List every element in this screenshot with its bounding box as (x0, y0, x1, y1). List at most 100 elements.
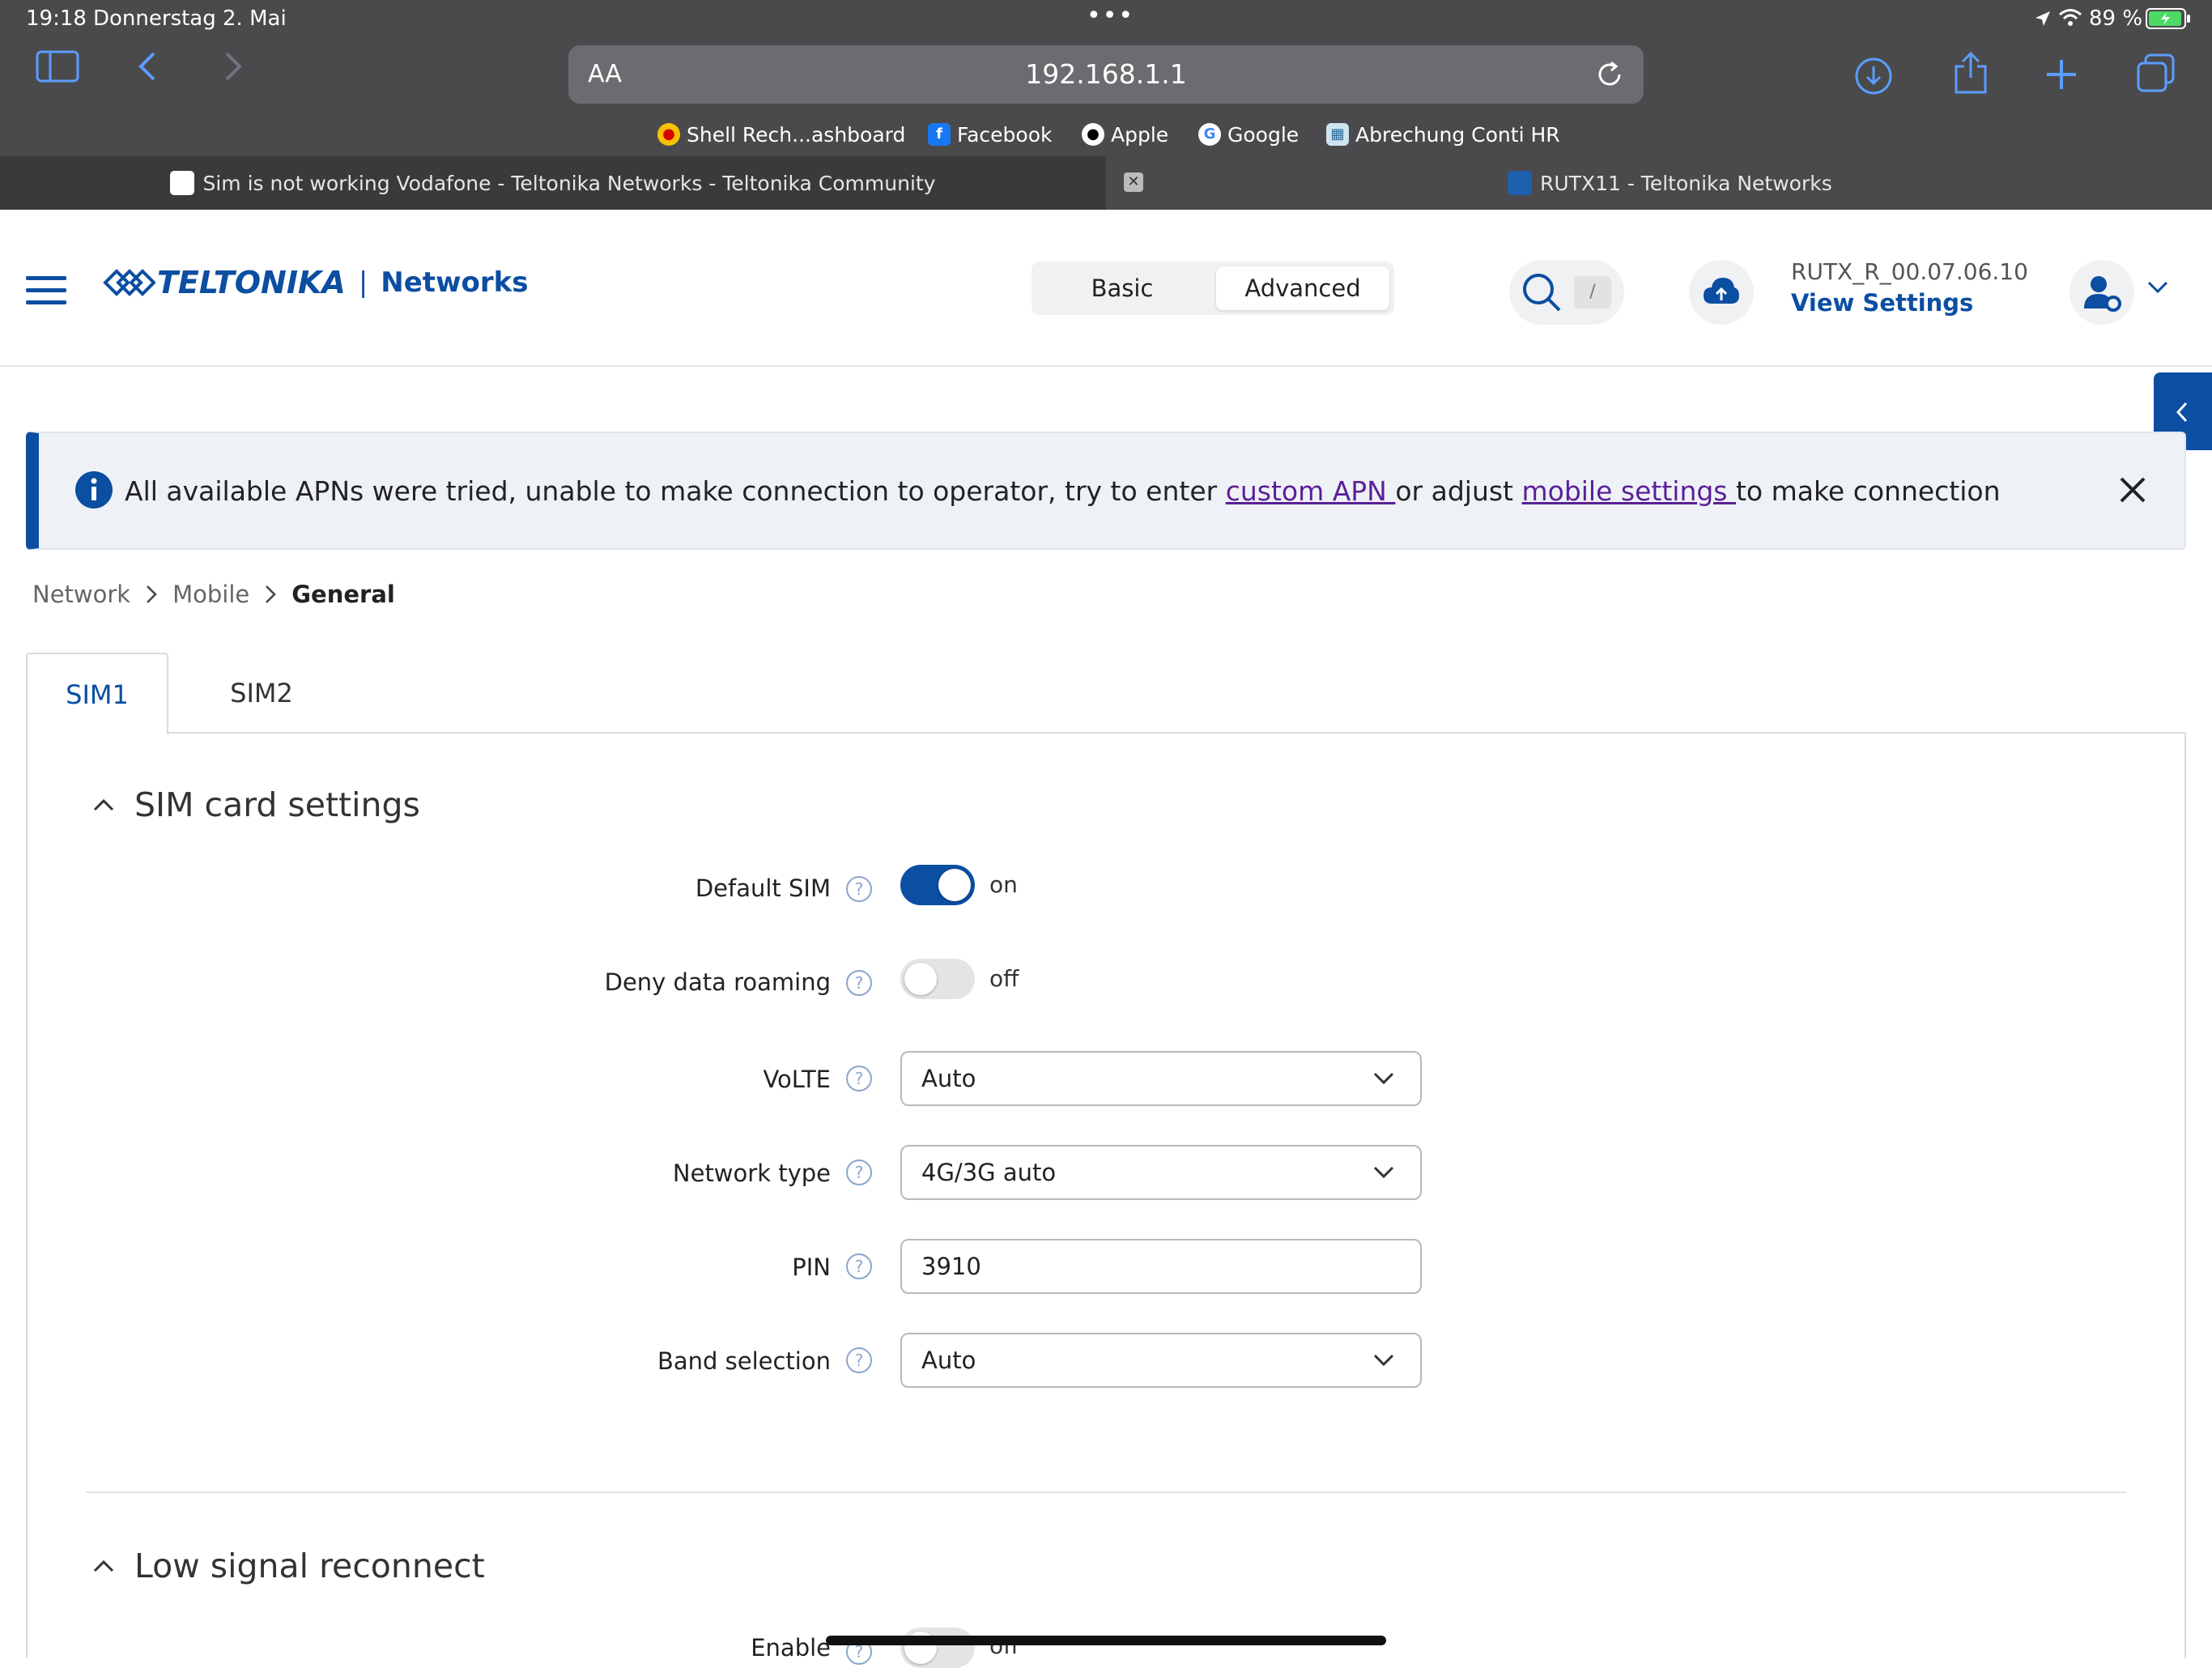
location-icon (2035, 11, 2050, 26)
chevron-left-icon (2176, 402, 2188, 423)
bookmark-label: Google (1227, 122, 1300, 147)
enable-label: Enable (751, 1634, 831, 1662)
chevron-up-icon (93, 1559, 114, 1572)
bookmark-apple[interactable]: ● Apple (1082, 120, 1168, 149)
abrechung-logo-icon: ▦ (1326, 123, 1349, 146)
downloads-icon[interactable] (1854, 57, 1893, 96)
help-icon[interactable]: ? (846, 1160, 872, 1185)
band-selection-label: Band selection (657, 1347, 831, 1375)
default-sim-state: on (989, 871, 1018, 898)
chevron-down-icon[interactable] (2146, 279, 2170, 296)
deny-roaming-label: Deny data roaming (604, 968, 831, 996)
tab-sim1[interactable]: SIM1 (26, 653, 168, 735)
chevron-right-icon (147, 585, 157, 603)
firmware-version: RUTX_R_00.07.06.10 (1791, 258, 2028, 285)
bookmark-label: Apple (1111, 122, 1169, 147)
search-icon (1523, 274, 1561, 312)
teltonika-logo-icon (103, 269, 155, 296)
deny-roaming-state: off (989, 965, 1019, 992)
cloud-upload-icon (1704, 278, 1739, 304)
home-indicator[interactable] (826, 1636, 1386, 1645)
back-icon[interactable] (136, 50, 157, 83)
volte-label: VoLTE (763, 1066, 831, 1093)
menu-icon[interactable] (26, 276, 66, 313)
band-selection-select[interactable]: Auto (900, 1333, 1422, 1388)
close-icon[interactable] (2118, 475, 2147, 504)
help-icon[interactable]: ? (846, 970, 872, 996)
apple-logo-icon: ● (1082, 123, 1104, 146)
help-icon[interactable]: ? (846, 1253, 872, 1279)
bookmark-label: Shell Rech...ashboard (687, 122, 906, 147)
bookmark-google[interactable]: G Google (1198, 120, 1299, 149)
bookmark-shell[interactable]: ● Shell Rech...ashboard (657, 120, 905, 149)
battery-percent: 89 % (2089, 6, 2143, 31)
deny-roaming-toggle[interactable] (900, 959, 975, 999)
default-sim-label: Default SIM (695, 874, 831, 902)
breadcrumb-mobile[interactable]: Mobile (172, 581, 249, 608)
browser-tab-community[interactable]: Sim is not working Vodafone - Teltonika … (0, 156, 1106, 210)
browser-tab-rutx11[interactable]: ✕ RUTX11 - Teltonika Networks (1106, 156, 2212, 210)
bookmark-facebook[interactable]: f Facebook (928, 120, 1052, 149)
volte-value: Auto (921, 1065, 976, 1092)
status-date: Donnerstag 2. Mai (93, 6, 287, 31)
mode-basic-button[interactable]: Basic (1032, 262, 1213, 315)
help-icon[interactable]: ? (846, 1066, 872, 1091)
default-sim-toggle[interactable] (900, 865, 975, 905)
chevron-down-icon (1373, 1166, 1394, 1179)
sidebar-toggle-icon[interactable] (36, 50, 79, 83)
brand-sub: Networks (381, 266, 529, 299)
address-bar[interactable]: AA 192.168.1.1 (568, 45, 1644, 104)
pin-input[interactable]: 3910 (900, 1239, 1422, 1294)
view-settings-link[interactable]: View Settings (1791, 289, 1973, 317)
chevron-right-icon (266, 585, 277, 603)
reload-icon[interactable] (1595, 60, 1624, 89)
mode-advanced-button[interactable]: Advanced (1216, 266, 1389, 310)
custom-apn-link[interactable]: custom APN (1226, 475, 1396, 507)
user-menu-button[interactable] (2069, 260, 2134, 325)
cloud-button[interactable] (1689, 260, 1754, 325)
wifi-icon (2059, 9, 2082, 26)
browser-tab-bar: Sim is not working Vodafone - Teltonika … (0, 156, 2212, 210)
help-icon[interactable]: ? (846, 876, 872, 902)
browser-chrome: 19:18 Donnerstag 2. Mai ••• 89 % AA 192.… (0, 0, 2212, 156)
tab-title: RUTX11 - Teltonika Networks (1540, 171, 1832, 195)
section-low-signal-reconnect[interactable]: Low signal reconnect (92, 1547, 485, 1585)
google-logo-icon: G (1198, 123, 1221, 146)
close-tab-icon[interactable]: ✕ (1124, 172, 1143, 192)
new-tab-icon[interactable] (2044, 57, 2079, 92)
breadcrumb-general: General (291, 581, 395, 608)
chevron-down-icon (1373, 1354, 1394, 1367)
low-signal-enable-toggle[interactable] (900, 1628, 975, 1668)
breadcrumb-network[interactable]: Network (32, 581, 130, 608)
brand-name: TELTONIKA (157, 265, 346, 300)
brand-logo[interactable]: TELTONIKA | Networks (102, 260, 528, 305)
bookmark-label: Abrechung Conti HR (1355, 122, 1560, 147)
tab-title: Sim is not working Vodafone - Teltonika … (202, 171, 936, 195)
volte-select[interactable]: Auto (900, 1051, 1422, 1106)
search-button[interactable]: / (1509, 260, 1624, 325)
section-divider (86, 1491, 2126, 1493)
section-sim-card-settings[interactable]: SIM card settings (92, 785, 420, 824)
battery-icon (2146, 8, 2190, 29)
band-selection-value: Auto (921, 1347, 976, 1374)
url-text[interactable]: 192.168.1.1 (568, 58, 1644, 90)
tab-sim2[interactable]: SIM2 (168, 653, 355, 735)
status-time: 19:18 (26, 6, 87, 31)
apn-alert: All available APNs were tried, unable to… (26, 432, 2186, 550)
tab-overview-icon[interactable] (2136, 53, 2176, 94)
bookmark-label: Facebook (957, 122, 1053, 147)
network-type-label: Network type (672, 1160, 831, 1187)
mobile-settings-link[interactable]: mobile settings (1521, 475, 1736, 507)
multitask-dots-icon[interactable]: ••• (1087, 2, 1134, 30)
sim-tabs: SIM1 SIM2 (26, 653, 2186, 735)
network-type-select[interactable]: 4G/3G auto (900, 1145, 1422, 1200)
help-icon[interactable]: ? (846, 1347, 872, 1373)
pin-value: 3910 (921, 1253, 981, 1280)
alert-text-part: All available APNs were tried, unable to… (125, 475, 1226, 507)
bookmark-abrechung[interactable]: ▦ Abrechung Conti HR (1326, 120, 1560, 149)
alert-message: All available APNs were tried, unable to… (125, 475, 2001, 507)
share-icon[interactable] (1953, 50, 1989, 96)
forward-icon[interactable] (223, 50, 245, 83)
info-icon (75, 471, 113, 508)
breadcrumb: Network Mobile General (32, 581, 395, 608)
